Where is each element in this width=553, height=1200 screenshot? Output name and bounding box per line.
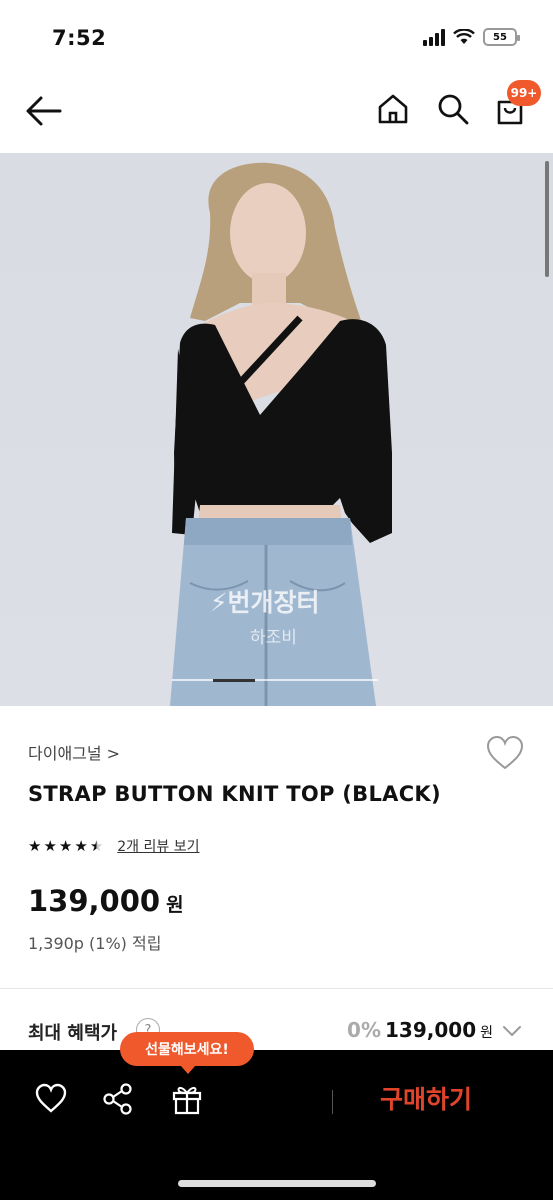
watermark-logo: ⚡번개장터 [210,588,320,617]
star-half-icon: ★ [89,836,104,855]
star-icon: ★ [28,836,42,855]
bar-divider [332,1090,333,1114]
page-scrollbar[interactable] [545,161,549,277]
cart-count-badge: 99+ [507,80,541,106]
max-benefit-label: 최대 혜택가 [28,1023,118,1044]
price-value: 139,000 [28,884,161,918]
review-link[interactable]: 2개 리뷰 보기 [117,836,199,856]
buy-button[interactable]: 구매하기 [380,1080,472,1116]
heart-outline-icon[interactable] [486,735,524,771]
benefit-price: 139,000 [385,1018,477,1042]
gift-tooltip: 선물해보세요! [120,1032,254,1074]
star-icon: ★ [74,836,88,855]
rating-row: ★ ★ ★ ★ ★ 2개 리뷰 보기 [28,836,199,856]
status-time: 7:52 [52,26,107,50]
chevron-down-icon[interactable] [502,1024,522,1038]
benefit-unit: 원 [480,1025,493,1041]
product-image-carousel[interactable]: ⚡번개장터 하조비 [0,153,553,706]
search-icon[interactable] [436,92,470,126]
brand-link[interactable]: 다이애그널 > [28,740,120,764]
top-navigation: 99+ [0,80,553,152]
watermark-caption: 하조비 [250,628,297,648]
home-indicator [178,1180,376,1187]
heart-outline-icon[interactable] [34,1082,68,1116]
benefit-percent: 0% [347,1018,382,1042]
status-icons: 55 [423,28,520,46]
reward-points: 1,390p (1%) 적립 [28,934,162,953]
bottom-action-bar: 구매하기 [0,1050,553,1200]
gift-icon[interactable] [170,1082,204,1116]
carousel-track [172,679,378,681]
price-row: 139,000 원 [28,884,184,918]
section-divider [0,988,553,989]
star-icon: ★ [43,836,57,855]
signal-icon [423,28,445,46]
home-icon[interactable] [376,92,410,126]
arrow-left-icon[interactable] [24,94,64,128]
carousel-indicator [213,679,255,682]
star-icon: ★ [58,836,73,855]
price-unit: 원 [166,894,184,916]
max-benefit-value: 0% 139,000 원 [347,1018,493,1042]
product-title: STRAP BUTTON KNIT TOP (BLACK) [28,782,441,806]
wifi-icon [453,29,475,44]
battery-icon: 55 [483,28,520,46]
status-bar: 7:52 55 [0,0,553,80]
share-icon[interactable] [101,1082,135,1116]
